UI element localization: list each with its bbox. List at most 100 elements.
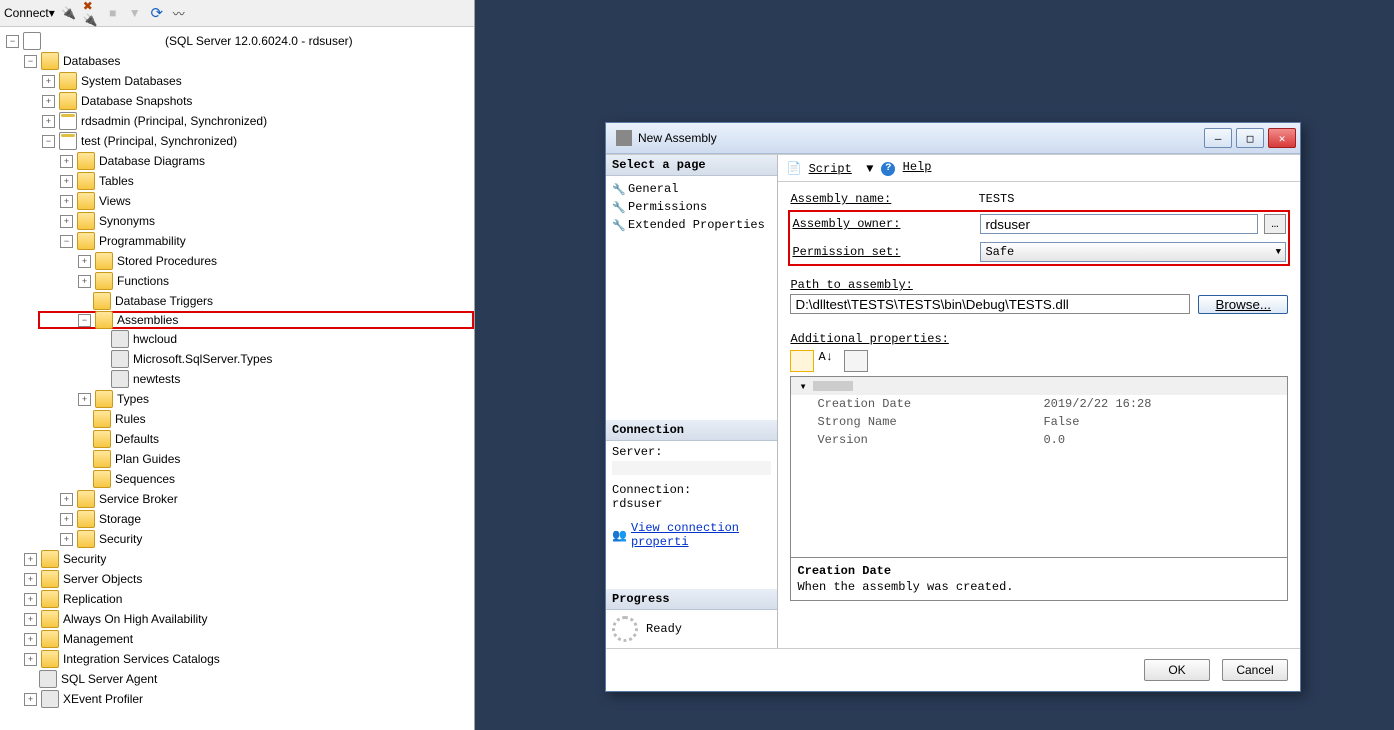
assembly-owner-input[interactable]	[980, 214, 1258, 234]
expand-icon[interactable]	[60, 493, 73, 506]
collapse-icon[interactable]	[60, 235, 73, 248]
browse-button[interactable]: Browse...	[1198, 295, 1288, 314]
prop-categorized-button[interactable]	[790, 350, 814, 372]
functions-node[interactable]: Functions	[0, 271, 474, 291]
databases-node[interactable]: Databases	[0, 51, 474, 71]
collapse-icon[interactable]	[24, 55, 37, 68]
folder-icon	[77, 232, 95, 250]
path-input[interactable]	[790, 294, 1190, 314]
prop-strong-name[interactable]: Strong NameFalse	[791, 413, 1287, 431]
prop-alpha-button[interactable]: A↓	[818, 350, 840, 370]
expand-icon[interactable]	[78, 393, 91, 406]
disconnect-icon[interactable]: ✖🔌	[83, 5, 99, 21]
expand-icon[interactable]	[42, 75, 55, 88]
rules-node[interactable]: Rules	[0, 409, 474, 429]
asm-mssst-node[interactable]: Microsoft.SqlServer.Types	[0, 349, 474, 369]
assemblies-node[interactable]: Assemblies	[38, 311, 474, 329]
help-button[interactable]: ? Help	[881, 160, 931, 176]
test-db-node[interactable]: test (Principal, Synchronized)	[0, 131, 474, 151]
page-permissions[interactable]: Permissions	[612, 198, 771, 216]
dialog-footer: OK Cancel	[606, 648, 1300, 691]
permission-set-combo[interactable]: Safe▼	[980, 242, 1286, 262]
object-explorer-tree[interactable]: (SQL Server 12.0.6024.0 - rdsuser) Datab…	[0, 27, 474, 730]
expand-icon[interactable]	[60, 215, 73, 228]
ok-button[interactable]: OK	[1144, 659, 1210, 681]
storage-node[interactable]: Storage	[0, 509, 474, 529]
cancel-button[interactable]: Cancel	[1222, 659, 1288, 681]
server-node[interactable]: (SQL Server 12.0.6024.0 - rdsuser)	[0, 31, 474, 51]
synonyms-node[interactable]: Synonyms	[0, 211, 474, 231]
expand-icon[interactable]	[42, 115, 55, 128]
folder-icon	[95, 390, 113, 408]
maximize-button[interactable]: □	[1236, 128, 1264, 148]
property-grid[interactable]: ▾ Creation Date2019/2/22 16:28 Strong Na…	[790, 376, 1288, 558]
path-label: Path to assembly:	[790, 278, 1288, 292]
tables-node[interactable]: Tables	[0, 171, 474, 191]
expand-icon[interactable]	[24, 633, 37, 646]
prop-pages-button[interactable]	[844, 350, 868, 372]
isc-node[interactable]: Integration Services Catalogs	[0, 649, 474, 669]
expand-icon[interactable]	[24, 693, 37, 706]
prop-creation-date[interactable]: Creation Date2019/2/22 16:28	[791, 395, 1287, 413]
security-node[interactable]: Security	[0, 549, 474, 569]
expand-icon[interactable]	[24, 593, 37, 606]
page-general[interactable]: General	[612, 180, 771, 198]
collapse-icon[interactable]	[42, 135, 55, 148]
expand-icon[interactable]	[24, 573, 37, 586]
expand-icon[interactable]	[78, 255, 91, 268]
sql-agent-node[interactable]: SQL Server Agent	[0, 669, 474, 689]
always-on-node[interactable]: Always On High Availability	[0, 609, 474, 629]
collapse-icon[interactable]	[6, 35, 19, 48]
collapse-icon[interactable]	[78, 314, 91, 327]
expand-icon[interactable]	[24, 653, 37, 666]
server-objects-node[interactable]: Server Objects	[0, 569, 474, 589]
server-value	[612, 461, 771, 475]
script-button[interactable]: 📄 Script ▼	[786, 161, 873, 176]
server-label: Server:	[612, 445, 771, 459]
expand-icon[interactable]	[60, 175, 73, 188]
plan-guides-node[interactable]: Plan Guides	[0, 449, 474, 469]
db-diagrams-node[interactable]: Database Diagrams	[0, 151, 474, 171]
db-triggers-node[interactable]: Database Triggers	[0, 291, 474, 311]
connection-header: Connection	[606, 420, 777, 441]
db-security-node[interactable]: Security	[0, 529, 474, 549]
system-databases-node[interactable]: System Databases	[0, 71, 474, 91]
expand-icon[interactable]	[60, 533, 73, 546]
connect-label[interactable]: Connect▾	[4, 6, 55, 20]
defaults-node[interactable]: Defaults	[0, 429, 474, 449]
page-extended[interactable]: Extended Properties	[612, 216, 771, 234]
replication-node[interactable]: Replication	[0, 589, 474, 609]
expand-icon[interactable]	[24, 613, 37, 626]
expand-icon[interactable]	[24, 553, 37, 566]
assembly-name-label: Assembly name:	[790, 192, 978, 206]
view-connection-link[interactable]: 👥View connection properti	[612, 521, 771, 549]
dialog-titlebar[interactable]: New Assembly — □ ✕	[606, 123, 1300, 154]
service-broker-node[interactable]: Service Broker	[0, 489, 474, 509]
close-button[interactable]: ✕	[1268, 128, 1296, 148]
asm-hwcloud-node[interactable]: hwcloud	[0, 329, 474, 349]
types-node[interactable]: Types	[0, 389, 474, 409]
prop-version[interactable]: Version0.0	[791, 431, 1287, 449]
views-node[interactable]: Views	[0, 191, 474, 211]
dialog-icon	[616, 130, 632, 146]
expand-icon[interactable]	[78, 275, 91, 288]
xevent-node[interactable]: XEvent Profiler	[0, 689, 474, 709]
programmability-node[interactable]: Programmability	[0, 231, 474, 251]
asm-newtests-node[interactable]: newtests	[0, 369, 474, 389]
db-snapshots-node[interactable]: Database Snapshots	[0, 91, 474, 111]
expand-icon[interactable]	[42, 95, 55, 108]
minimize-button[interactable]: —	[1204, 128, 1232, 148]
expand-icon[interactable]	[60, 513, 73, 526]
owner-browse-button[interactable]: …	[1264, 214, 1286, 234]
management-node[interactable]: Management	[0, 629, 474, 649]
stored-procs-node[interactable]: Stored Procedures	[0, 251, 474, 271]
sequences-node[interactable]: Sequences	[0, 469, 474, 489]
select-page-header: Select a page	[606, 155, 777, 176]
refresh-icon[interactable]: ⟳	[149, 5, 165, 21]
expand-icon[interactable]	[60, 155, 73, 168]
rdsadmin-node[interactable]: rdsadmin (Principal, Synchronized)	[0, 111, 474, 131]
activity-icon[interactable]: 〰	[171, 5, 187, 21]
expand-icon[interactable]	[60, 195, 73, 208]
folder-icon	[77, 530, 95, 548]
connect-icon[interactable]: 🔌	[61, 5, 77, 21]
